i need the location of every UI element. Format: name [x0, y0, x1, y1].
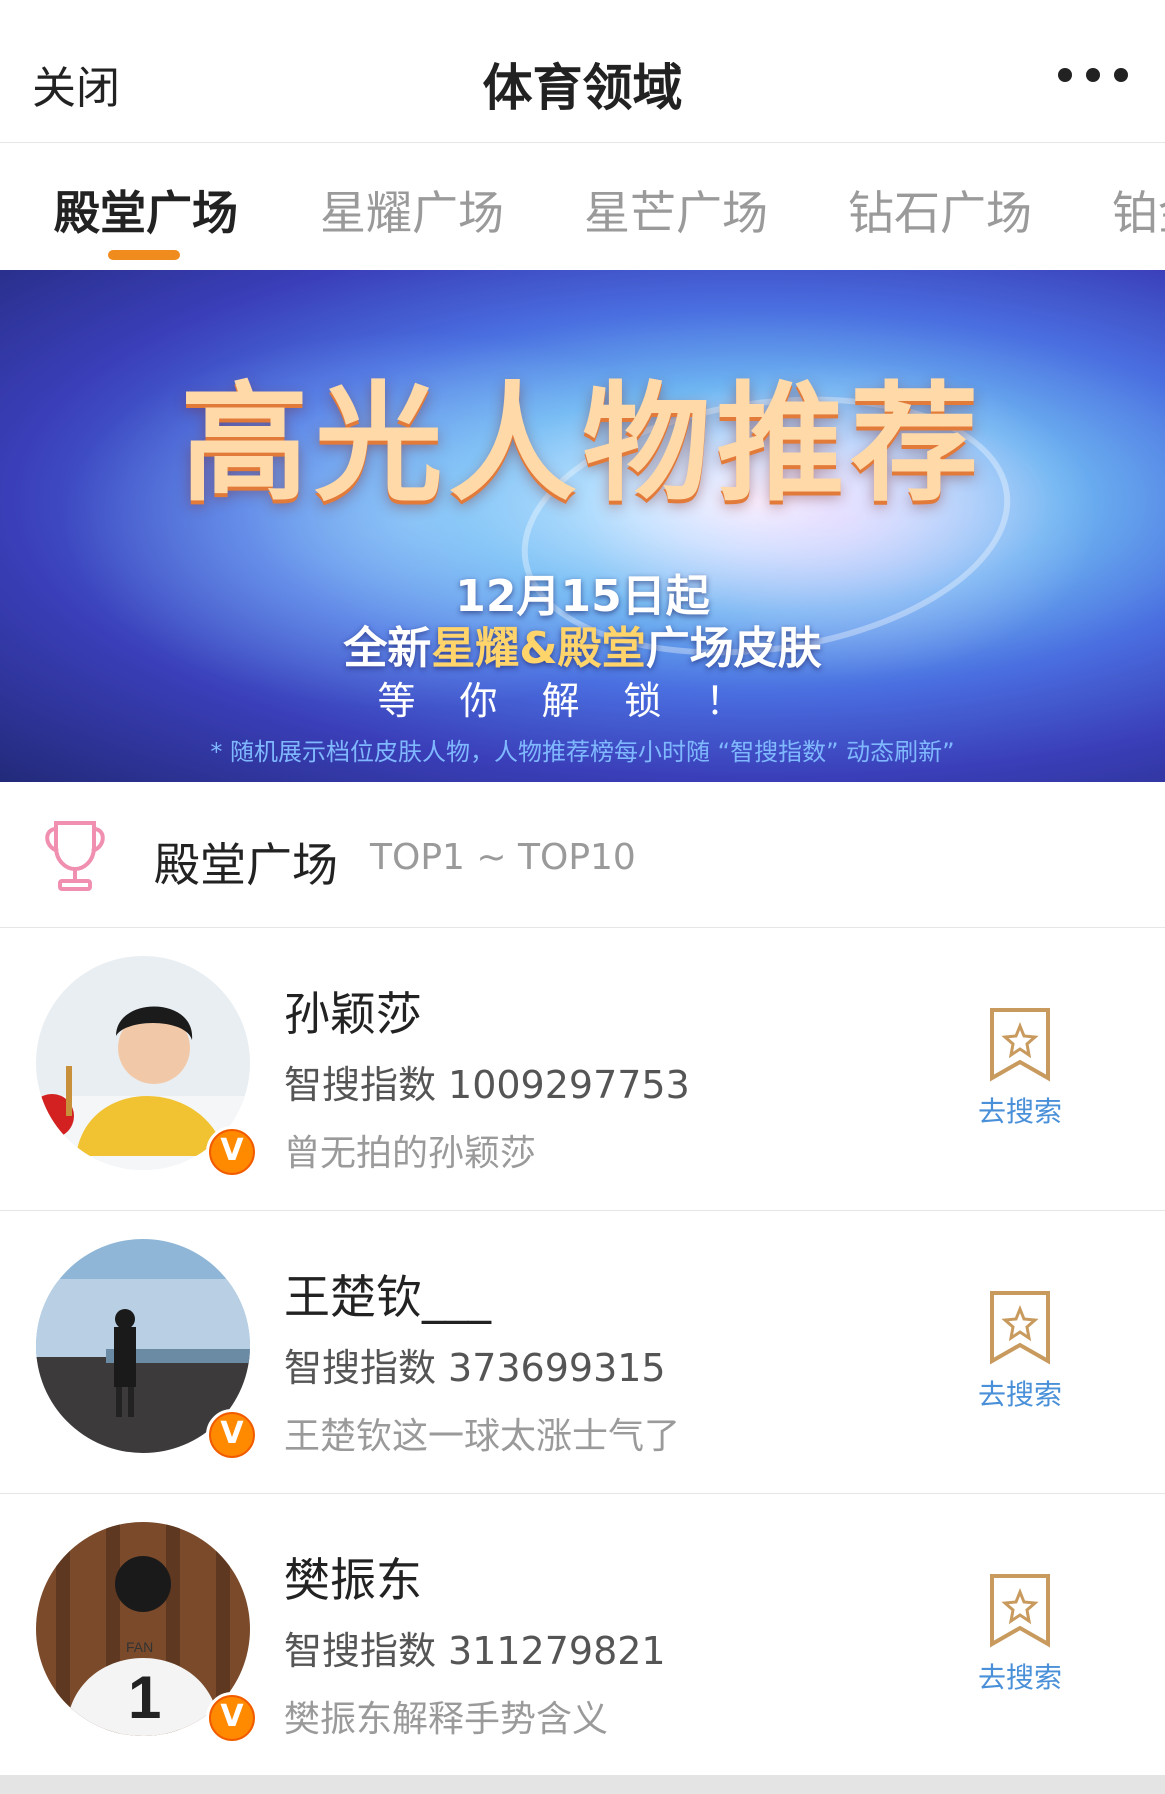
trophy-icon [45, 821, 105, 891]
banner-note: * 随机展示档位皮肤人物，人物推荐榜每小时随 “智搜指数” 动态刷新” [210, 738, 955, 766]
go-search-label: 去搜索 [977, 1095, 1062, 1128]
banner-subtitle-part1: 全新 [343, 623, 432, 674]
go-search-button[interactable]: 去搜索 [968, 1289, 1072, 1419]
tab-xing-mang[interactable]: 星芒广场 [584, 177, 768, 243]
section-range: TOP1 ~ TOP10 [370, 837, 636, 878]
list-item[interactable]: V 王楚钦___ 智搜指数 373699315 王楚钦这一球太涨士气了 去搜索 [0, 1211, 1165, 1494]
tab-bar: 殿堂广场 星耀广场 星芒广场 钻石广场 铂金 [0, 143, 1165, 269]
verified-badge-icon: V [206, 1409, 258, 1461]
trending-topic[interactable]: 曾无拍的孙颖莎 [284, 1124, 536, 1176]
go-search-label: 去搜索 [977, 1378, 1062, 1411]
tab-xing-yao[interactable]: 星耀广场 [320, 177, 504, 243]
top-bar: 关闭 体育领域 [0, 0, 1165, 143]
go-search-button[interactable]: 去搜索 [968, 1572, 1072, 1702]
active-tab-indicator [108, 250, 180, 260]
go-search-label: 去搜索 [977, 1661, 1062, 1694]
search-index-value: 373699315 [448, 1346, 666, 1390]
user-name[interactable]: 樊振东 [284, 1544, 422, 1610]
banner-subtitle-part2: 广场皮肤 [645, 623, 822, 674]
search-index-label: 智搜指数 [284, 1346, 437, 1390]
bookmark-star-icon [990, 1008, 1050, 1082]
search-index-value: 1009297753 [448, 1063, 690, 1107]
trending-topic[interactable]: 樊振东解释手势含义 [284, 1690, 608, 1742]
tab-zuan-shi[interactable]: 钻石广场 [848, 177, 1032, 243]
banner-headline: 高光人物推荐 [180, 370, 985, 519]
search-index: 智搜指数 373699315 [284, 1337, 666, 1392]
verified-badge-icon: V [206, 1126, 258, 1178]
go-search-button[interactable]: 去搜索 [968, 1006, 1072, 1136]
banner-wait-text: 等你解锁！ [377, 679, 788, 723]
user-name[interactable]: 孙颖莎 [284, 978, 422, 1044]
search-index-value: 311279821 [448, 1629, 666, 1673]
search-index-label: 智搜指数 [284, 1629, 437, 1673]
bookmark-star-icon [990, 1574, 1050, 1648]
more-dots-icon[interactable] [1058, 64, 1128, 88]
tab-bo-jin[interactable]: 铂金 [1112, 177, 1165, 243]
bottom-edge [0, 1775, 1165, 1794]
page-title: 体育领域 [482, 59, 683, 117]
search-index-label: 智搜指数 [284, 1063, 437, 1107]
list-item[interactable]: FAN 1 V 樊振东 智搜指数 311279821 樊振东解释手势含义 去搜索 [0, 1494, 1165, 1776]
list-item[interactable]: V 孙颖莎 智搜指数 1009297753 曾无拍的孙颖莎 去搜索 [0, 928, 1165, 1211]
bookmark-star-icon [990, 1291, 1050, 1365]
tab-dian-tang[interactable]: 殿堂广场 [54, 177, 238, 243]
section-header: 殿堂广场 TOP1 ~ TOP10 [0, 785, 1165, 928]
search-index: 智搜指数 311279821 [284, 1620, 666, 1675]
promo-banner[interactable]: 高光人物推荐 12月15日起 全新星耀&殿堂广场皮肤 等你解锁！ * 随机展示档… [0, 270, 1165, 782]
verified-badge-icon: V [206, 1692, 258, 1744]
banner-subtitle-highlight: 星耀&殿堂 [431, 623, 646, 674]
user-name[interactable]: 王楚钦___ [284, 1261, 491, 1327]
svg-text:1: 1 [128, 1664, 161, 1731]
banner-subtitle: 全新星耀&殿堂广场皮肤 [0, 612, 1165, 676]
section-title: 殿堂广场 [154, 838, 338, 892]
svg-text:FAN: FAN [126, 1639, 153, 1655]
search-index: 智搜指数 1009297753 [284, 1054, 690, 1109]
trending-topic[interactable]: 王楚钦这一球太涨士气了 [284, 1407, 680, 1459]
